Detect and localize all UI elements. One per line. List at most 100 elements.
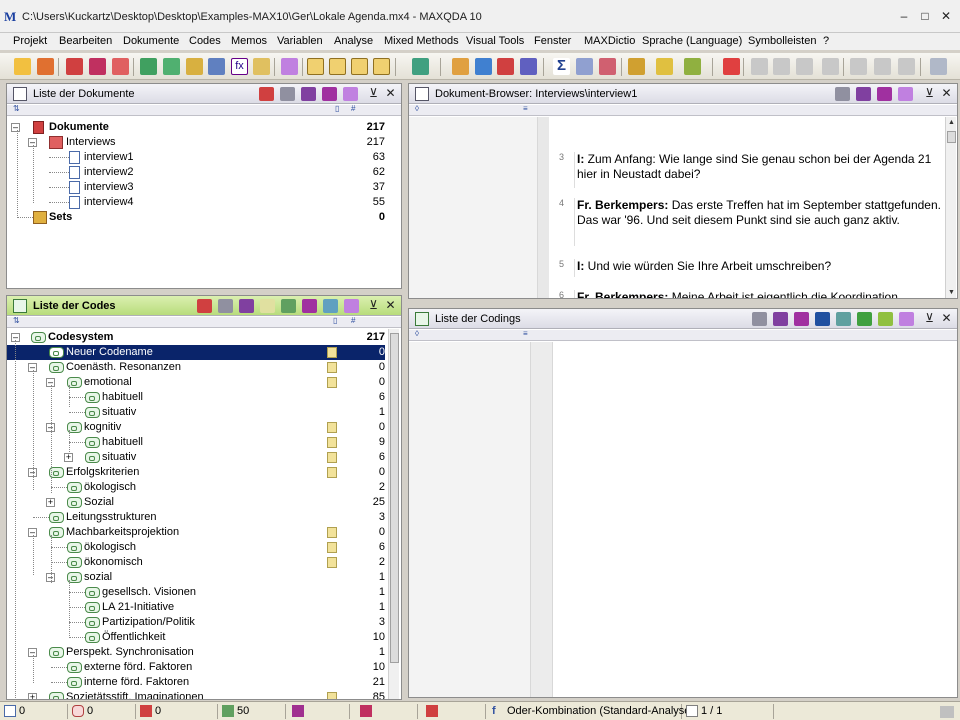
browser-search-icon[interactable] — [898, 87, 913, 101]
menu-visual-tools[interactable]: Visual Tools — [466, 35, 524, 47]
status-combination[interactable]: f Oder-Kombination (Standard-Analyse) — [490, 704, 694, 719]
menu-sprache[interactable]: Sprache (Language) — [642, 35, 742, 47]
table-icon[interactable] — [208, 58, 225, 75]
doc-print-icon[interactable] — [280, 87, 295, 101]
code-row-la21-initiative[interactable]: LA 21-Initiative 1 — [7, 600, 385, 615]
menu-variablen[interactable]: Variablen — [277, 35, 323, 47]
code-row-partizipation-politik[interactable]: Partizipation/Politik 3 — [7, 615, 385, 630]
mode-icon[interactable] — [412, 58, 429, 75]
code-row-sozial[interactable]: – sozial 1 — [7, 570, 385, 585]
memo-icon[interactable] — [327, 362, 337, 373]
doc-activate-icon[interactable] — [259, 87, 274, 101]
code-row-leitungsstrukturen[interactable]: Leitungsstrukturen 3 — [7, 510, 385, 525]
menu-symbolleisten[interactable]: Symbolleisten — [748, 35, 816, 47]
codings-maximize-icon[interactable]: ⊻ — [923, 312, 936, 325]
code-row-oekonomisch[interactable]: ökonomisch 2 — [7, 555, 385, 570]
code-export-icon[interactable] — [239, 299, 254, 313]
relations-icon[interactable] — [497, 58, 514, 75]
browser-filter-icon[interactable] — [877, 87, 892, 101]
retrieve-icon[interactable] — [576, 58, 593, 75]
code-list-scrollbar[interactable] — [388, 329, 399, 699]
code-row-oekologisch[interactable]: ökologisch 2 — [7, 480, 385, 495]
code-row-erfolgskriterien[interactable]: – Erfolgskriterien 0 — [7, 465, 385, 480]
code-color-icon[interactable] — [281, 299, 296, 313]
menu-bearbeiten[interactable]: Bearbeiten — [59, 35, 112, 47]
code-row-emotional[interactable]: – emotional 0 — [7, 375, 385, 390]
browser-export-icon[interactable] — [856, 87, 871, 101]
tree-row-interviews[interactable]: – Interviews 217 — [7, 135, 385, 150]
code-row-situativ[interactable]: + situativ 6 — [7, 450, 385, 465]
function-icon[interactable]: fx — [231, 58, 248, 75]
codings-window-icon-btn[interactable] — [815, 312, 830, 326]
open-project-icon[interactable] — [37, 58, 54, 75]
menu-mixed-methods[interactable]: Mixed Methods — [384, 35, 459, 47]
codings-origin-icon[interactable] — [836, 312, 851, 326]
menu-codes[interactable]: Codes — [189, 35, 221, 47]
doc-maximize-icon[interactable]: ⊻ — [367, 87, 380, 100]
code-search-icon[interactable] — [344, 299, 359, 313]
code-row-sozial[interactable]: + Sozial 25 — [7, 495, 385, 510]
code-close-icon[interactable]: ✕ — [384, 299, 397, 312]
minimize-icon[interactable]: – — [896, 9, 912, 23]
code-row-situativ[interactable]: situativ 1 — [7, 405, 385, 420]
close-icon[interactable]: ✕ — [938, 9, 954, 23]
code-row-gesellsch-visionen[interactable]: gesellsch. Visionen 1 — [7, 585, 385, 600]
window-doc-list-icon[interactable] — [307, 58, 324, 75]
stats-icon[interactable] — [599, 58, 616, 75]
doc-close-icon[interactable]: ✕ — [384, 87, 397, 100]
memo-icon[interactable] — [327, 377, 337, 388]
tree-row-interview1[interactable]: interview1 63 — [7, 150, 385, 165]
new-project-icon[interactable] — [14, 58, 31, 75]
chain-icon[interactable] — [140, 58, 157, 75]
paragraph-3[interactable]: I: Zum Anfang: Wie lange sind Sie genau … — [577, 152, 943, 182]
paragraph-5[interactable]: I: Und wie würden Sie Ihre Arbeit umschr… — [577, 259, 943, 274]
code-row-habituell[interactable]: habituell 9 — [7, 435, 385, 450]
codings-search-icon[interactable] — [899, 312, 914, 326]
sum-icon[interactable]: Σ — [553, 58, 570, 75]
browser-print-icon[interactable] — [835, 87, 850, 101]
tree-row-sets[interactable]: Sets 0 — [7, 210, 385, 225]
paragraph-4[interactable]: Fr. Berkempers: Das erste Treffen hat im… — [577, 198, 943, 228]
memo-icon[interactable] — [327, 692, 337, 699]
codings-tag-icon[interactable] — [878, 312, 893, 326]
browser-scrollbar[interactable]: ▲ ▼ — [945, 117, 957, 298]
memo-icon[interactable] — [327, 467, 337, 478]
tree-row-dokumente[interactable]: – Dokumente 217 — [7, 120, 385, 135]
code-maximize-icon[interactable]: ⊻ — [367, 299, 380, 312]
dict3-icon[interactable] — [684, 58, 701, 75]
dict-icon[interactable] — [628, 58, 645, 75]
tree-row-interview2[interactable]: interview2 62 — [7, 165, 385, 180]
network-icon[interactable] — [452, 58, 469, 75]
link-icon[interactable] — [89, 58, 106, 75]
memo-icon[interactable] — [186, 58, 203, 75]
memo-icon[interactable] — [327, 422, 337, 433]
code-print-icon[interactable] — [218, 299, 233, 313]
code-row-kognitiv[interactable]: – kognitiv 0 — [7, 420, 385, 435]
menu-analyse[interactable]: Analyse — [334, 35, 373, 47]
menu-maxdictio[interactable]: MAXDictio — [584, 35, 635, 47]
codings-save-icon[interactable] — [794, 312, 809, 326]
code-row-habituell[interactable]: habituell 6 — [7, 390, 385, 405]
window-codings-icon[interactable] — [373, 58, 390, 75]
codes-icon[interactable] — [163, 58, 180, 75]
notes-icon[interactable] — [253, 58, 270, 75]
scroll-down-icon[interactable]: ▼ — [946, 287, 957, 298]
code-row-neuer-codename[interactable]: Neuer Codename 0 — [7, 345, 385, 360]
activate-icon[interactable] — [66, 58, 83, 75]
doc-filter-icon[interactable] — [322, 87, 337, 101]
code-frequency-icon[interactable] — [323, 299, 338, 313]
window-code-list-icon[interactable] — [329, 58, 346, 75]
code-row-perspekt-synchronisation[interactable]: – Perspekt. Synchronisation 1 — [7, 645, 385, 660]
scroll-thumb[interactable] — [390, 333, 399, 663]
scroll-up-icon[interactable]: ▲ — [946, 117, 957, 128]
doc-search-icon[interactable] — [343, 87, 358, 101]
code-filter-icon[interactable] — [302, 299, 317, 313]
codings-close-icon[interactable]: ✕ — [940, 312, 953, 325]
memo-icon[interactable] — [327, 542, 337, 553]
code-activate-icon[interactable] — [197, 299, 212, 313]
matrix-icon[interactable] — [475, 58, 492, 75]
highlighter-icon[interactable] — [723, 58, 740, 75]
menu-help[interactable]: ? — [823, 35, 829, 47]
code-row-externe-foerd-faktoren[interactable]: externe förd. Faktoren 10 — [7, 660, 385, 675]
menu-fenster[interactable]: Fenster — [534, 35, 571, 47]
